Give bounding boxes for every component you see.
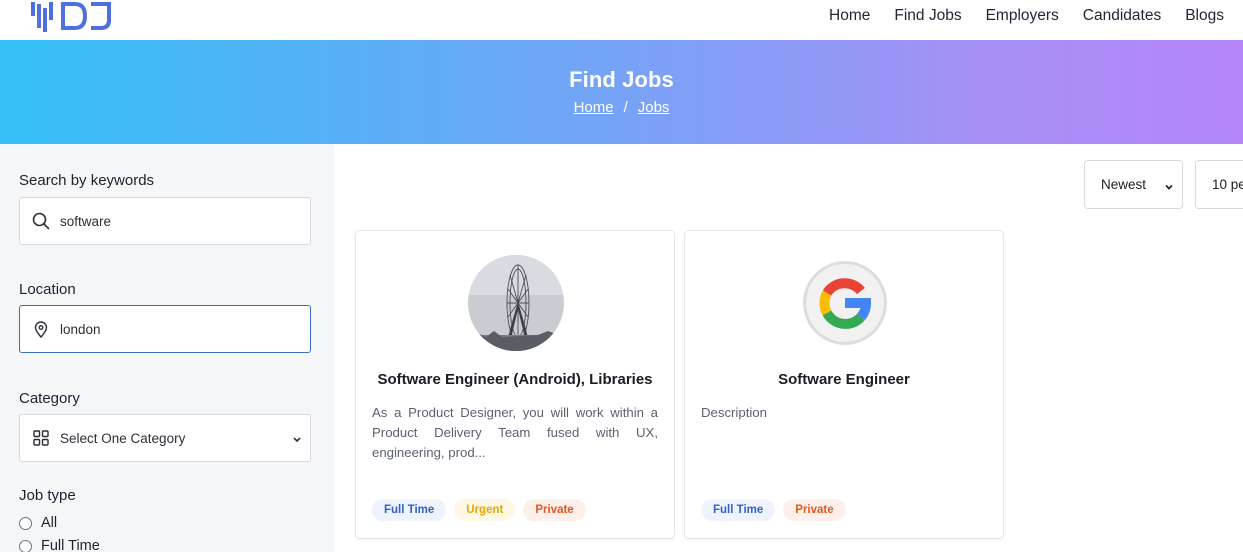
grid-icon — [20, 415, 60, 461]
job-description: As a Product Designer, you will work wit… — [372, 405, 658, 460]
map-pin-icon — [20, 306, 60, 352]
keywords-value: software — [60, 213, 112, 229]
google-logo-icon — [803, 261, 887, 345]
chevron-down-icon — [292, 431, 302, 449]
sort-order-value: Newest — [1101, 177, 1147, 192]
keywords-label: Search by keywords — [19, 172, 155, 189]
job-tags: Full Time Private — [701, 499, 846, 521]
nav-candidates[interactable]: Candidates — [1083, 7, 1161, 25]
breadcrumb-home[interactable]: Home — [574, 99, 614, 116]
filter-sidebar: Search by keywords software Location lon… — [0, 144, 334, 552]
nav-home[interactable]: Home — [829, 7, 870, 25]
tag-private: Private — [783, 499, 846, 521]
location-input[interactable]: london — [19, 305, 311, 353]
company-logo — [468, 255, 564, 351]
job-description: Description — [701, 405, 767, 420]
job-card[interactable]: Software Engineer Description Full Time … — [684, 230, 1004, 539]
breadcrumb-jobs[interactable]: Jobs — [638, 99, 670, 116]
job-tags: Full Time Urgent Private — [372, 499, 586, 521]
page-banner: Find Jobs Home / Jobs — [0, 40, 1243, 144]
sort-order-select[interactable]: Newest — [1084, 160, 1183, 209]
chevron-down-icon — [1164, 180, 1174, 195]
category-label: Category — [19, 390, 80, 407]
job-type-label: Job type — [19, 487, 76, 504]
location-value: london — [60, 321, 101, 337]
job-card[interactable]: Software Engineer (Android), Libraries A… — [355, 230, 675, 539]
per-page-select[interactable]: 10 pe — [1195, 160, 1243, 209]
keywords-input[interactable]: software — [19, 197, 311, 245]
tag-private: Private — [523, 499, 586, 521]
nav-blogs[interactable]: Blogs — [1185, 7, 1224, 25]
category-select[interactable]: Select One Category — [19, 414, 311, 462]
job-type-fulltime-radio[interactable]: Full Time — [19, 538, 100, 552]
company-logo — [803, 261, 887, 345]
job-type-all-label: All — [41, 515, 58, 531]
tag-full-time: Full Time — [701, 499, 776, 521]
breadcrumb-separator: / — [623, 99, 628, 116]
job-type-all-radio[interactable]: All — [19, 515, 57, 531]
page-title: Find Jobs — [569, 67, 674, 92]
tag-full-time: Full Time — [372, 499, 447, 521]
main-nav: Home Find Jobs Employers Candidates Blog… — [805, 0, 1224, 32]
site-logo[interactable] — [29, 0, 113, 34]
radio-circle-icon — [19, 516, 32, 530]
job-type-fulltime-label: Full Time — [41, 538, 100, 552]
job-title[interactable]: Software Engineer — [685, 371, 1003, 388]
ferris-wheel-icon — [468, 255, 564, 351]
job-title[interactable]: Software Engineer (Android), Libraries — [356, 371, 674, 388]
logo-icon — [31, 2, 111, 32]
tag-urgent: Urgent — [454, 499, 516, 521]
search-icon — [20, 198, 60, 244]
location-label: Location — [19, 281, 76, 298]
per-page-value: 10 pe — [1212, 177, 1243, 192]
top-navbar: Home Find Jobs Employers Candidates Blog… — [0, 0, 1243, 40]
breadcrumb: Home / Jobs — [0, 99, 1243, 116]
radio-circle-icon — [19, 539, 32, 552]
category-value: Select One Category — [60, 430, 186, 446]
nav-employers[interactable]: Employers — [986, 7, 1059, 25]
nav-find-jobs[interactable]: Find Jobs — [894, 7, 961, 25]
